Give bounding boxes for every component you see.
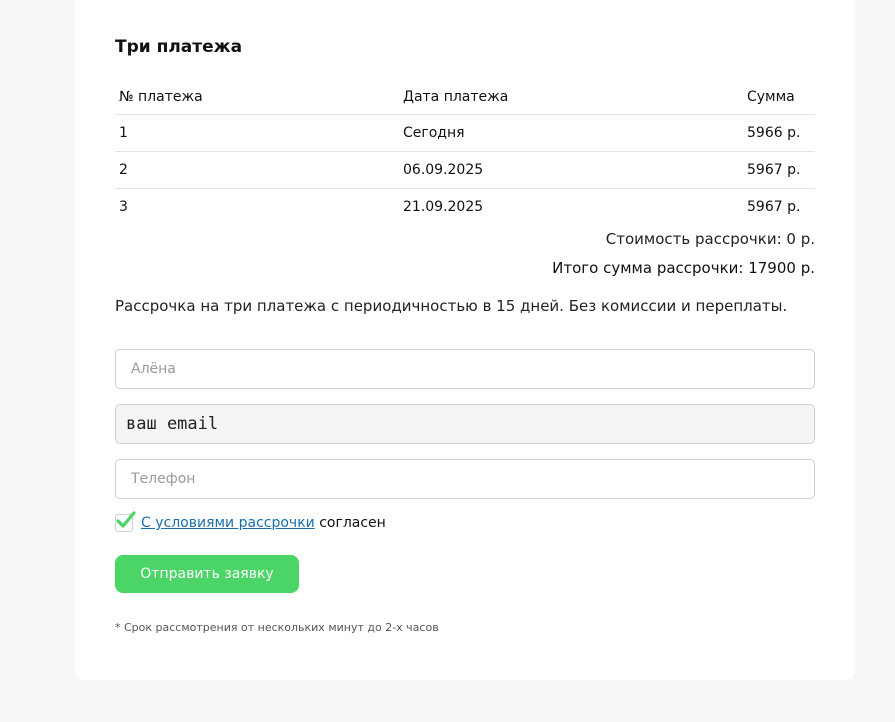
- table-row: 3 21.09.2025 5967 р.: [115, 189, 815, 225]
- installment-total: Итого сумма рассрочки: 17900 р.: [552, 259, 815, 277]
- email-input[interactable]: [115, 404, 815, 444]
- payment-number: 2: [119, 162, 128, 178]
- payment-date: 21.09.2025: [403, 199, 484, 215]
- payments-table: № платежа Дата платежа Сумма 1 Сегодня 5…: [115, 79, 815, 225]
- payment-amount: 5967 р.: [747, 162, 801, 178]
- header-amount: Сумма: [747, 89, 795, 105]
- table-row: 2 06.09.2025 5967 р.: [115, 152, 815, 189]
- payment-date: 06.09.2025: [403, 162, 484, 178]
- installment-cost: Стоимость рассрочки: 0 р.: [605, 230, 815, 248]
- header-payment-date: Дата платежа: [403, 89, 509, 105]
- checkmark-icon: [116, 511, 136, 528]
- review-time-note: * Срок рассмотрения от нескольких минут …: [115, 621, 439, 634]
- header-payment-number: № платежа: [119, 89, 203, 105]
- phone-input[interactable]: [115, 459, 815, 499]
- table-header-row: № платежа Дата платежа Сумма: [115, 79, 815, 115]
- payment-amount: 5966 р.: [747, 125, 801, 141]
- payment-amount: 5967 р.: [747, 199, 801, 215]
- agreement-text: С условиями рассрочки согласен: [141, 512, 386, 534]
- payment-date: Сегодня: [403, 125, 465, 141]
- name-input[interactable]: [115, 349, 815, 389]
- terms-link[interactable]: С условиями рассрочки: [141, 515, 315, 531]
- agreement-suffix: согласен: [314, 515, 386, 531]
- payment-number: 1: [119, 125, 128, 141]
- agree-checkbox[interactable]: [115, 511, 136, 532]
- section-title: Три платежа: [115, 37, 243, 57]
- installment-card: Три платежа № платежа Дата платежа Сумма…: [75, 0, 855, 680]
- payment-number: 3: [119, 199, 128, 215]
- table-row: 1 Сегодня 5966 р.: [115, 115, 815, 152]
- submit-application-button[interactable]: Отправить заявку: [115, 555, 299, 593]
- installment-description: Рассрочка на три платежа с периодичность…: [115, 297, 788, 315]
